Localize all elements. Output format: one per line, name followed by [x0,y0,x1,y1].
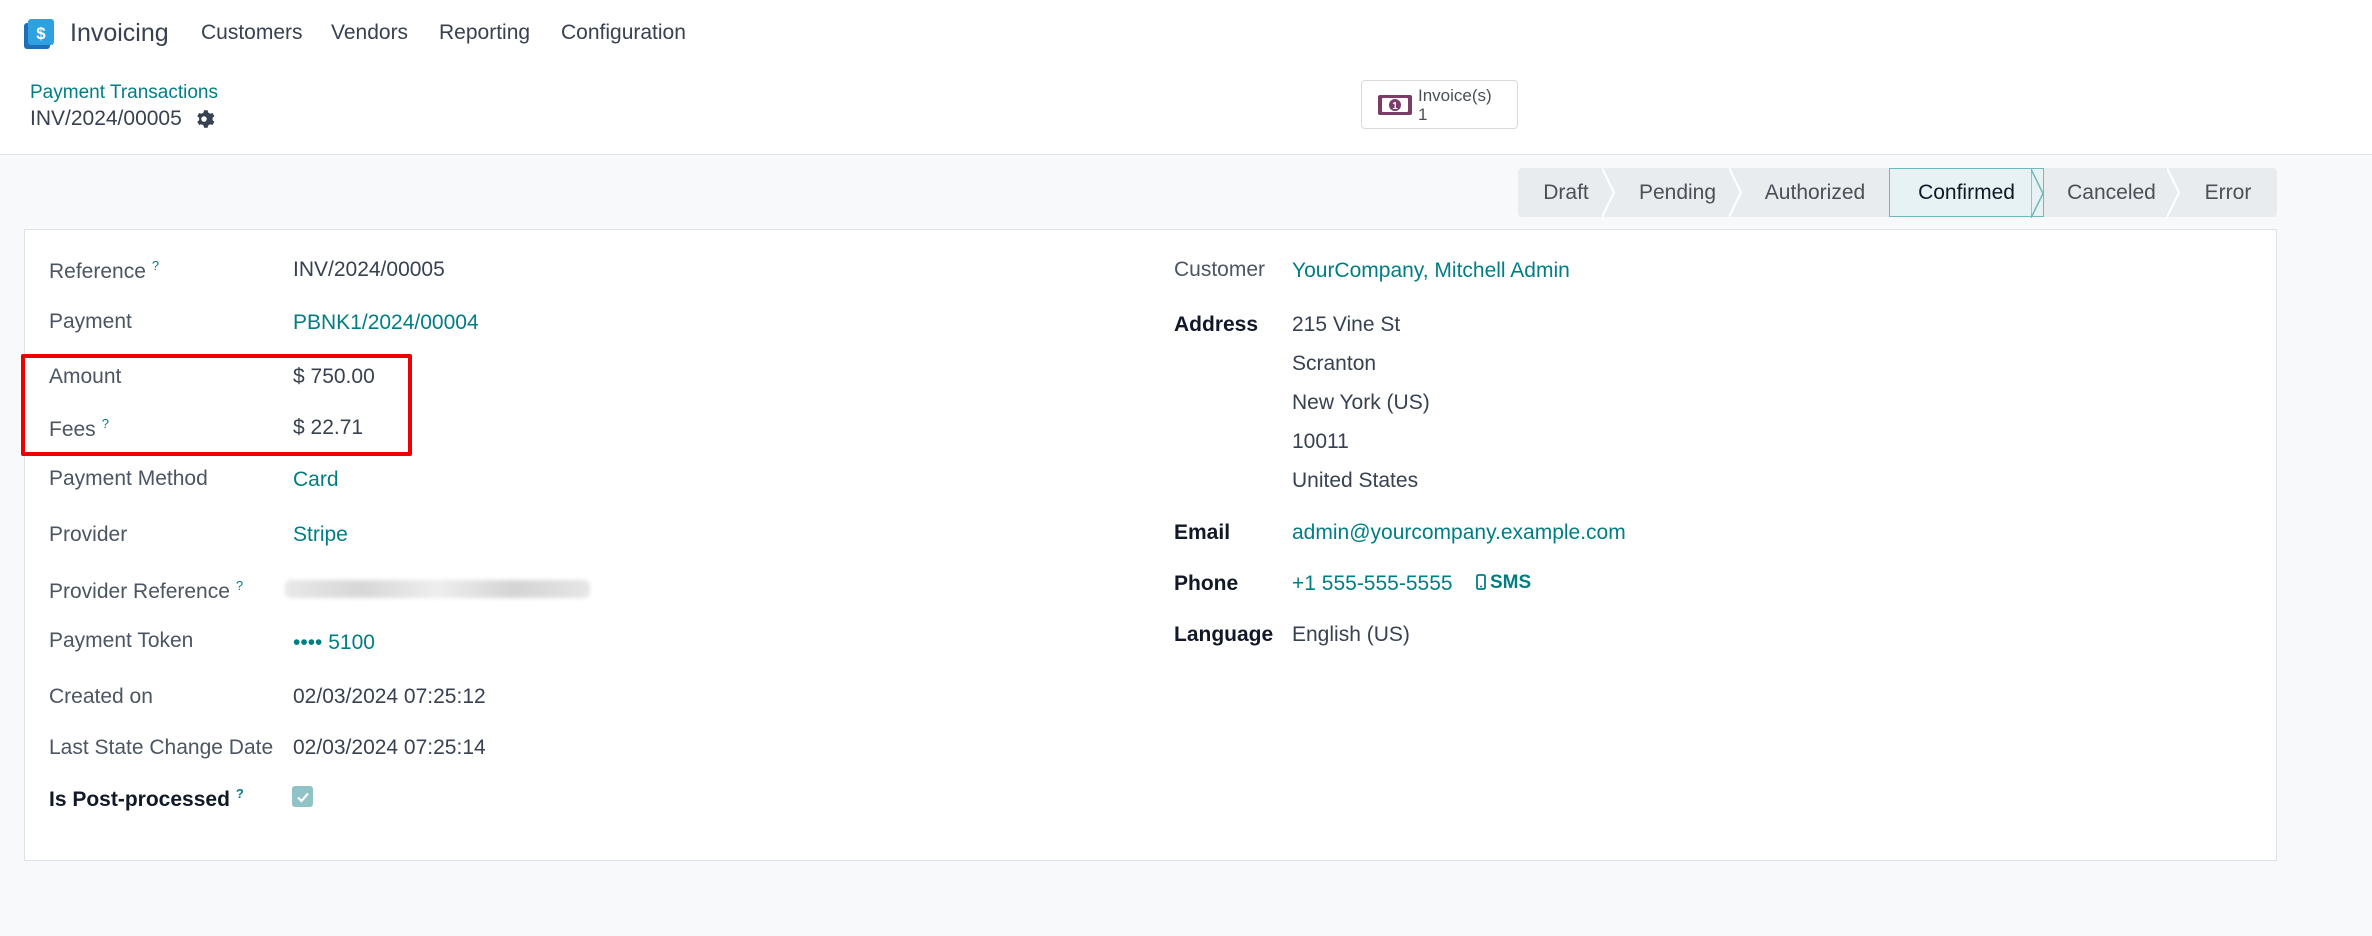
is-post-processed-checkbox[interactable] [292,786,313,807]
money-bill-icon: 1 [1378,95,1412,115]
payment-method-label: Payment Method [49,467,208,490]
stage-draft[interactable]: Draft [1518,168,1616,217]
created-on-label: Created on [49,685,153,708]
customer-label: Customer [1174,258,1266,281]
stage-pending[interactable]: Pending [1614,168,1743,217]
provider-link[interactable]: Stripe [293,523,348,547]
address-label: Address [1174,313,1259,336]
provider-label: Provider [49,523,128,546]
provider-reference-label: Provider Reference? [49,578,244,603]
breadcrumb-payment-transactions[interactable]: Payment Transactions [30,82,218,104]
stage-label: Draft [1543,180,1589,204]
payment-token-link[interactable]: •••• 5100 [293,631,375,655]
help-icon[interactable]: ? [236,786,244,801]
stage-label: Confirmed [1918,180,2015,204]
is-post-processed-label: Is Post-processed? [49,786,244,811]
svg-text:1: 1 [1392,101,1398,112]
phone-link[interactable]: +1 555-555-5555 [1292,572,1453,596]
smart-button-count: 1 [1418,105,1428,124]
payment-link[interactable]: PBNK1/2024/00004 [293,311,479,335]
stage-separator [1729,168,1743,217]
status-bar: Draft Pending Authorized Confirmed Cance… [1518,168,2277,218]
provider-reference-redacted [285,580,590,598]
checkmark-icon [296,792,309,803]
record-title: INV/2024/00005 [30,107,182,130]
address-country[interactable]: United States [1292,469,1418,493]
menu-reporting[interactable]: Reporting [439,21,530,45]
top-navbar: $ Invoicing Customers Vendors Reporting … [0,0,2372,68]
address-state[interactable]: New York (US) [1292,391,1430,415]
address-street[interactable]: 215 Vine St [1292,313,1400,337]
control-panel: Payment Transactions INV/2024/00005 1 In… [0,68,2372,155]
payment-label: Payment [49,310,132,333]
address-zip[interactable]: 10011 [1292,430,1349,454]
smart-button-label: Invoice(s) [1418,86,1492,105]
language-label: Language [1174,623,1274,646]
stage-separator [1602,168,1616,217]
last-state-change-label: Last State Change Date [49,736,274,759]
email-label: Email [1174,521,1231,544]
mobile-phone-icon [1476,574,1486,590]
last-state-change-value: 02/03/2024 07:25:14 [293,736,486,759]
email-link[interactable]: admin@yourcompany.example.com [1292,521,1626,545]
address-city[interactable]: Scranton [1292,352,1376,376]
payment-method-link[interactable]: Card [293,468,339,492]
stage-label: Canceled [2067,180,2156,204]
sms-label: SMS [1490,572,1532,593]
highlight-annotation-box [21,354,412,456]
stage-separator [2031,169,2044,218]
stage-label: Pending [1638,180,1717,204]
svg-text:$: $ [36,24,46,43]
help-icon[interactable]: ? [152,258,159,273]
menu-vendors[interactable]: Vendors [331,21,408,45]
reference-value[interactable]: INV/2024/00005 [293,258,445,282]
stage-label: Error [2204,180,2252,204]
menu-customers[interactable]: Customers [201,21,303,45]
invoicing-app-icon[interactable]: $ [22,17,56,51]
phone-label: Phone [1174,572,1239,595]
stage-authorized[interactable]: Authorized [1741,168,1889,217]
stage-error[interactable]: Error [2179,168,2277,217]
reference-label: Reference? [49,258,160,283]
invoices-smart-button[interactable]: 1 Invoice(s) 1 [1361,80,1518,129]
sms-button[interactable]: SMS [1476,572,1531,594]
gear-icon[interactable] [193,108,215,130]
created-on-value: 02/03/2024 07:25:12 [293,685,486,708]
help-icon[interactable]: ? [236,578,243,593]
language-value[interactable]: English (US) [1292,623,1410,647]
payment-token-label: Payment Token [49,629,194,652]
stage-canceled[interactable]: Canceled [2044,168,2181,217]
customer-link[interactable]: YourCompany, Mitchell Admin [1292,259,1570,283]
stage-confirmed[interactable]: Confirmed [1889,168,2044,218]
stage-label: Authorized [1764,180,1866,204]
app-name[interactable]: Invoicing [70,19,169,48]
menu-configuration[interactable]: Configuration [561,21,686,45]
stage-separator [2167,168,2181,217]
